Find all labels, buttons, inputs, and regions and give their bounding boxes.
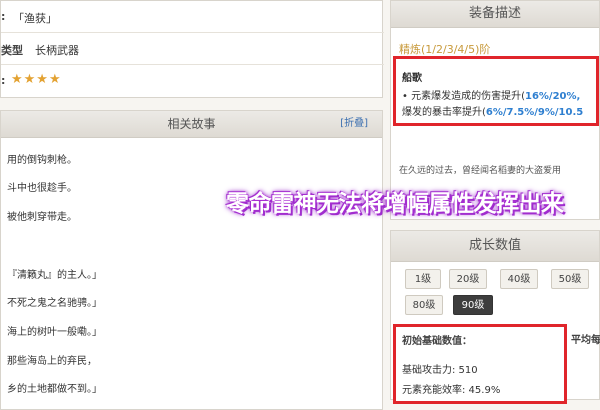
level-button-40[interactable]: 40级 bbox=[500, 269, 538, 289]
skill-line-text: • 元素爆发造成的伤害提升( bbox=[402, 91, 525, 102]
fold-link[interactable]: [折叠] bbox=[340, 111, 368, 137]
weapon-info-panel: : 「渔获」 类型 长柄武器 : ★★★★ bbox=[0, 0, 384, 98]
weapon-rarity-row: : ★★★★ bbox=[1, 65, 384, 97]
story-line: 海上的树叶一般嘞。」 bbox=[7, 327, 102, 338]
story-panel: 相关故事 [折叠] 用的倒钩刺枪。 斗中也很趁手。 被他刺穿带走。 『清籁丸』的… bbox=[0, 110, 383, 410]
overlay-caption: 零命雷神无法将增幅属性发挥出来 bbox=[226, 191, 564, 217]
level-button-90[interactable]: 90级 bbox=[453, 295, 493, 315]
weapon-lore: 在久远的过去，曾经闻名稻妻的大盗爱用 bbox=[399, 166, 562, 176]
story-line: 不死之鬼之名驰骋。」 bbox=[7, 298, 102, 309]
passive-skill-highlight: 船歌 • 元素爆发造成的伤害提升(16%/20%, 爆发的暴击率提升(6%/7.… bbox=[393, 56, 599, 126]
story-line: 那些海岛上的弃民， bbox=[7, 356, 97, 367]
growth-title: 成长数值 bbox=[468, 238, 521, 253]
weapon-name-value: 「渔获」 bbox=[13, 12, 57, 25]
equipment-header: 装备描述 bbox=[391, 1, 599, 28]
level-button-1[interactable]: 1级 bbox=[405, 269, 441, 289]
base-stats-highlight: 初始基础数值： 基础攻击力: 510 元素充能效率: 45.9% bbox=[393, 324, 567, 404]
skill-name: 船歌 bbox=[402, 73, 422, 84]
story-line: 用的倒钩刺枪。 bbox=[7, 155, 77, 166]
weapon-type-value: 长柄武器 bbox=[35, 44, 79, 57]
level-button-50[interactable]: 50级 bbox=[551, 269, 589, 289]
level-button-80[interactable]: 80级 bbox=[405, 295, 443, 315]
story-line: 『清籁丸』的主人。」 bbox=[7, 270, 102, 281]
weapon-rarity-key: : bbox=[1, 74, 6, 87]
energy-recharge: 元素充能效率: 45.9% bbox=[402, 385, 501, 396]
skill-line-text: 爆发的暴击率提升( bbox=[402, 107, 486, 118]
skill-line: 爆发的暴击率提升(6%/7.5%/9%/10.5 bbox=[402, 103, 583, 118]
story-line: 乡的土地都做不到。」 bbox=[7, 384, 102, 395]
story-header: 相关故事 [折叠] bbox=[1, 111, 382, 138]
skill-value: 16%/20%, bbox=[524, 91, 581, 102]
story-line: 斗中也很趁手。 bbox=[7, 183, 77, 194]
skill-line: • 元素爆发造成的伤害提升(16%/20%, bbox=[402, 87, 580, 102]
base-attack: 基础攻击力: 510 bbox=[402, 365, 478, 376]
story-title: 相关故事 bbox=[167, 117, 216, 131]
growth-header: 成长数值 bbox=[391, 231, 599, 262]
story-line: 被他刺穿带走。 bbox=[7, 212, 77, 223]
weapon-name-row: : 「渔获」 bbox=[1, 1, 384, 33]
rarity-star-icon: ★★★★ bbox=[11, 72, 62, 87]
weapon-type-key: 类型 bbox=[1, 44, 23, 57]
weapon-type-row: 类型 长柄武器 bbox=[1, 33, 384, 65]
level-button-20[interactable]: 20级 bbox=[449, 269, 487, 289]
equipment-title: 装备描述 bbox=[468, 6, 521, 21]
growth-values-panel: 成长数值 1级 20级 40级 50级 80级 90级 初始基础数值： 基础攻击… bbox=[390, 230, 600, 404]
base-stats-title: 初始基础数值： bbox=[402, 336, 472, 347]
weapon-name-key: : bbox=[1, 10, 6, 23]
average-stats-title: 平均每 bbox=[571, 335, 600, 346]
skill-value: 6%/7.5%/9%/10.5 bbox=[485, 107, 584, 118]
refine-levels: 精炼(1/2/3/4/5)阶 bbox=[399, 43, 491, 56]
